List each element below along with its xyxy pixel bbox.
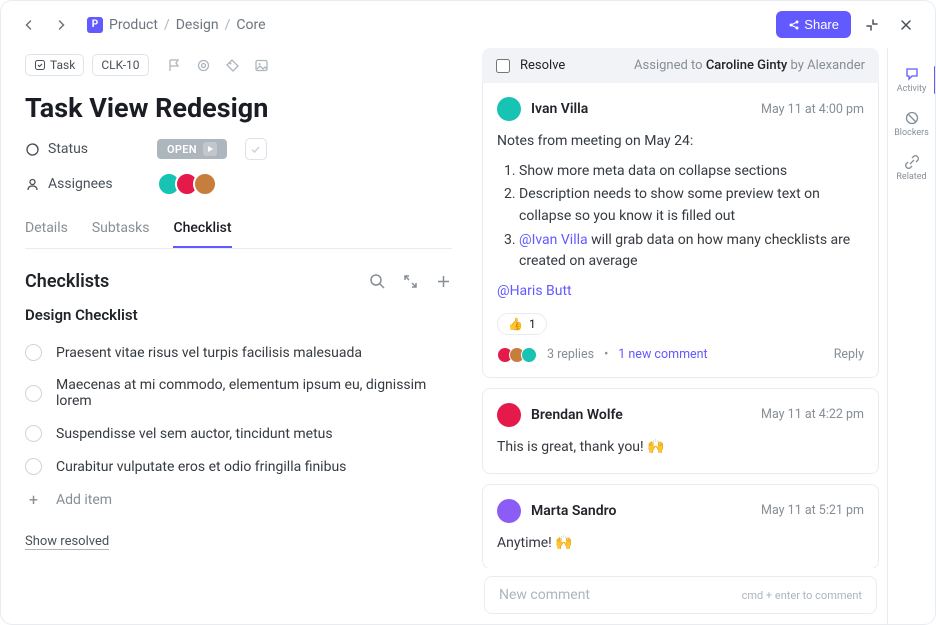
check-circle[interactable] bbox=[25, 425, 42, 442]
check-circle[interactable] bbox=[25, 385, 42, 402]
assignees-label: Assignees bbox=[25, 176, 145, 192]
comment: Marta Sandro May 11 at 5:21 pm Anytime! … bbox=[482, 484, 879, 569]
comment-text: Notes from meeting on May 24: bbox=[497, 131, 864, 153]
product-icon: P bbox=[87, 17, 103, 33]
mention[interactable]: @Ivan Villa bbox=[519, 232, 588, 248]
avatar bbox=[193, 172, 217, 196]
image-icon[interactable] bbox=[254, 58, 269, 73]
assignee-avatars[interactable] bbox=[157, 172, 217, 196]
breadcrumb-product[interactable]: Product bbox=[109, 17, 158, 33]
rail-label: Activity bbox=[897, 84, 926, 94]
list-item: @Ivan Villa will grab data on how many c… bbox=[519, 230, 864, 273]
breadcrumb-core[interactable]: Core bbox=[236, 17, 265, 33]
status-label: Status bbox=[25, 141, 145, 157]
status-icon bbox=[25, 142, 40, 157]
resolve-label[interactable]: Resolve bbox=[520, 58, 565, 73]
nav-back[interactable] bbox=[17, 13, 41, 37]
link-icon bbox=[904, 154, 920, 170]
person-icon bbox=[25, 177, 40, 192]
share-icon bbox=[788, 19, 800, 31]
share-button[interactable]: Share bbox=[776, 11, 851, 38]
status-play-icon bbox=[203, 142, 217, 156]
checklist-item[interactable]: Curabitur vulputate eros et odio fringil… bbox=[25, 450, 452, 483]
status-badge[interactable]: OPEN bbox=[157, 139, 227, 159]
resolve-bar: Resolve Assigned to Caroline Ginty by Al… bbox=[482, 48, 879, 83]
checklist-name[interactable]: Design Checklist bbox=[25, 306, 452, 324]
nav-forward[interactable] bbox=[49, 13, 73, 37]
comment-time: May 11 at 4:00 pm bbox=[761, 102, 864, 117]
check-circle[interactable] bbox=[25, 458, 42, 475]
assignee-link[interactable]: Caroline Ginty bbox=[706, 58, 787, 73]
tab-subtasks[interactable]: Subtasks bbox=[92, 210, 150, 248]
tag-icon[interactable] bbox=[225, 58, 240, 73]
share-label: Share bbox=[804, 17, 839, 32]
rail-label: Related bbox=[896, 172, 926, 182]
flag-icon[interactable] bbox=[167, 58, 182, 73]
comment-author[interactable]: Marta Sandro bbox=[531, 503, 616, 519]
reply-button[interactable]: Reply bbox=[834, 347, 864, 362]
target-icon[interactable] bbox=[196, 58, 211, 73]
rail-blockers[interactable]: Blockers bbox=[888, 104, 936, 144]
comment-author[interactable]: Ivan Villa bbox=[531, 101, 588, 117]
task-title[interactable]: Task View Redesign bbox=[25, 92, 452, 124]
breadcrumb: P Product / Design / Core bbox=[87, 17, 768, 33]
avatar[interactable] bbox=[497, 97, 521, 121]
list-item: Description needs to show some preview t… bbox=[519, 184, 864, 227]
assigned-text: Assigned to Caroline Ginty by Alexander bbox=[634, 58, 865, 73]
comment-time: May 11 at 5:21 pm bbox=[761, 503, 864, 518]
checklist-item[interactable]: Maecenas at mi commodo, elementum ipsum … bbox=[25, 369, 452, 417]
reaction-button[interactable]: 👍 1 bbox=[497, 313, 547, 335]
checklists-heading: Checklists bbox=[25, 271, 109, 292]
checklist-item-text: Maecenas at mi commodo, elementum ipsum … bbox=[56, 377, 452, 409]
checklist-item[interactable]: Suspendisse vel sem auctor, tincidunt me… bbox=[25, 417, 452, 450]
comment-author[interactable]: Brendan Wolfe bbox=[531, 407, 623, 423]
replies-count[interactable]: 3 replies bbox=[547, 347, 594, 362]
show-resolved-link[interactable]: Show resolved bbox=[25, 534, 109, 550]
block-icon bbox=[904, 110, 920, 126]
list-item: Show more meta data on collapse sections bbox=[519, 161, 864, 183]
reply-avatars bbox=[497, 347, 537, 363]
task-id-pill[interactable]: CLK-10 bbox=[92, 54, 148, 76]
comment-text: Anytime! 🙌 bbox=[497, 533, 864, 555]
comment-composer[interactable]: New comment cmd + enter to comment bbox=[484, 576, 877, 614]
thumbs-up-icon: 👍 bbox=[508, 317, 523, 331]
rail-label: Blockers bbox=[894, 128, 929, 138]
comment: Ivan Villa May 11 at 4:00 pm Notes from … bbox=[482, 83, 879, 378]
comment-time: May 11 at 4:22 pm bbox=[761, 407, 864, 422]
checklist-item[interactable]: Praesent vitae risus vel turpis facilisi… bbox=[25, 336, 452, 369]
close-icon[interactable] bbox=[893, 12, 919, 38]
rail-activity[interactable]: Activity bbox=[888, 60, 936, 100]
composer-placeholder: New comment bbox=[499, 587, 590, 603]
add-checklist-icon[interactable] bbox=[435, 273, 452, 290]
task-icon bbox=[34, 59, 46, 71]
expand-icon[interactable] bbox=[402, 273, 419, 290]
plus-icon: + bbox=[25, 491, 42, 508]
status-check-button[interactable] bbox=[245, 138, 267, 160]
breadcrumb-design[interactable]: Design bbox=[176, 17, 219, 33]
comment-icon bbox=[904, 66, 920, 82]
task-type-label: Task bbox=[50, 58, 75, 72]
tab-details[interactable]: Details bbox=[25, 210, 68, 248]
reaction-count: 1 bbox=[529, 317, 536, 331]
resolve-checkbox[interactable] bbox=[496, 59, 510, 73]
add-item-label: Add item bbox=[56, 492, 112, 508]
check-circle[interactable] bbox=[25, 344, 42, 361]
checklist-item-text: Curabitur vulputate eros et odio fringil… bbox=[56, 459, 346, 475]
checklist-item-text: Suspendisse vel sem auctor, tincidunt me… bbox=[56, 426, 333, 442]
avatar[interactable] bbox=[497, 403, 521, 427]
task-type-pill[interactable]: Task bbox=[25, 54, 84, 76]
collapse-icon[interactable] bbox=[859, 12, 885, 38]
comment: Brendan Wolfe May 11 at 4:22 pm This is … bbox=[482, 388, 879, 474]
comment-text: This is great, thank you! 🙌 bbox=[497, 437, 864, 459]
add-item-button[interactable]: + Add item bbox=[25, 483, 452, 516]
tab-checklist[interactable]: Checklist bbox=[173, 210, 231, 248]
checklist-item-text: Praesent vitae risus vel turpis facilisi… bbox=[56, 345, 362, 361]
new-comments-link[interactable]: 1 new comment bbox=[618, 347, 707, 362]
mention[interactable]: @Haris Butt bbox=[497, 283, 572, 299]
avatar[interactable] bbox=[497, 499, 521, 523]
search-icon[interactable] bbox=[369, 273, 386, 290]
rail-related[interactable]: Related bbox=[888, 148, 936, 188]
composer-hint: cmd + enter to comment bbox=[742, 589, 862, 602]
